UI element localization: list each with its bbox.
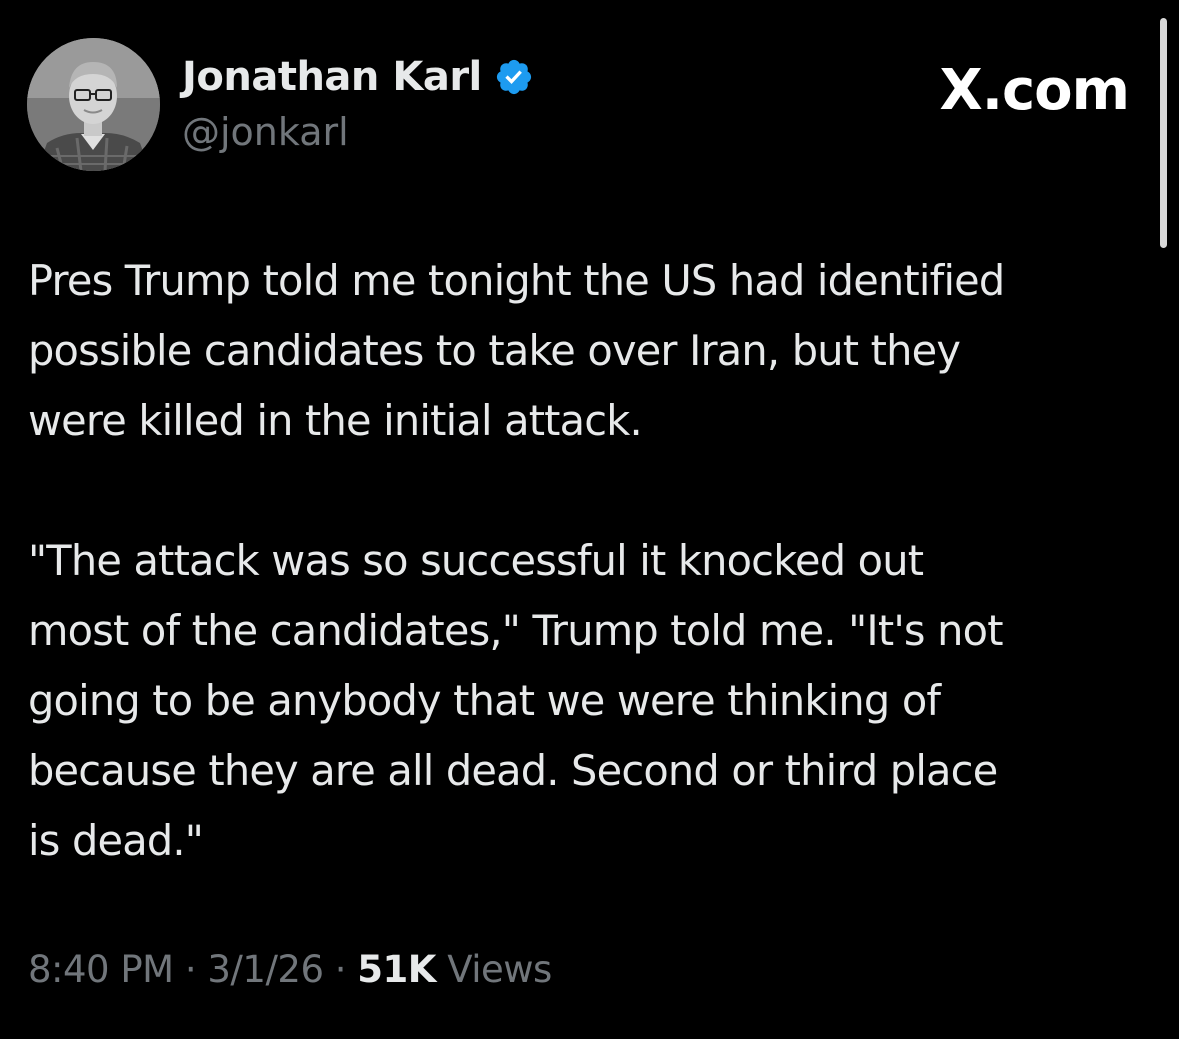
author-block: Jonathan Karl @jonkarl (182, 50, 534, 154)
tweet-meta: 8:40 PM · 3/1/26 · 51K Views (28, 948, 552, 991)
meta-separator: · (334, 948, 347, 991)
scrollbar[interactable] (1160, 18, 1167, 248)
tweet-time[interactable]: 8:40 PM (28, 948, 174, 991)
name-row: Jonathan Karl (182, 50, 534, 104)
verified-badge-icon[interactable] (494, 57, 534, 97)
meta-separator: · (184, 948, 197, 991)
tweet-paragraph: "The attack was so successful it knocked… (28, 536, 1004, 865)
tweet-date[interactable]: 3/1/26 (207, 948, 324, 991)
avatar-photo (27, 38, 160, 171)
views-label: Views (447, 948, 552, 991)
user-handle[interactable]: @jonkarl (182, 110, 534, 154)
display-name[interactable]: Jonathan Karl (182, 54, 482, 100)
tweet-body: Pres Trump told me tonight the US had id… (28, 246, 1153, 876)
brand-logo: X.com (939, 58, 1130, 123)
views-count: 51K (357, 948, 436, 991)
avatar[interactable] (27, 38, 160, 171)
tweet-paragraph: Pres Trump told me tonight the US had id… (28, 256, 1005, 445)
